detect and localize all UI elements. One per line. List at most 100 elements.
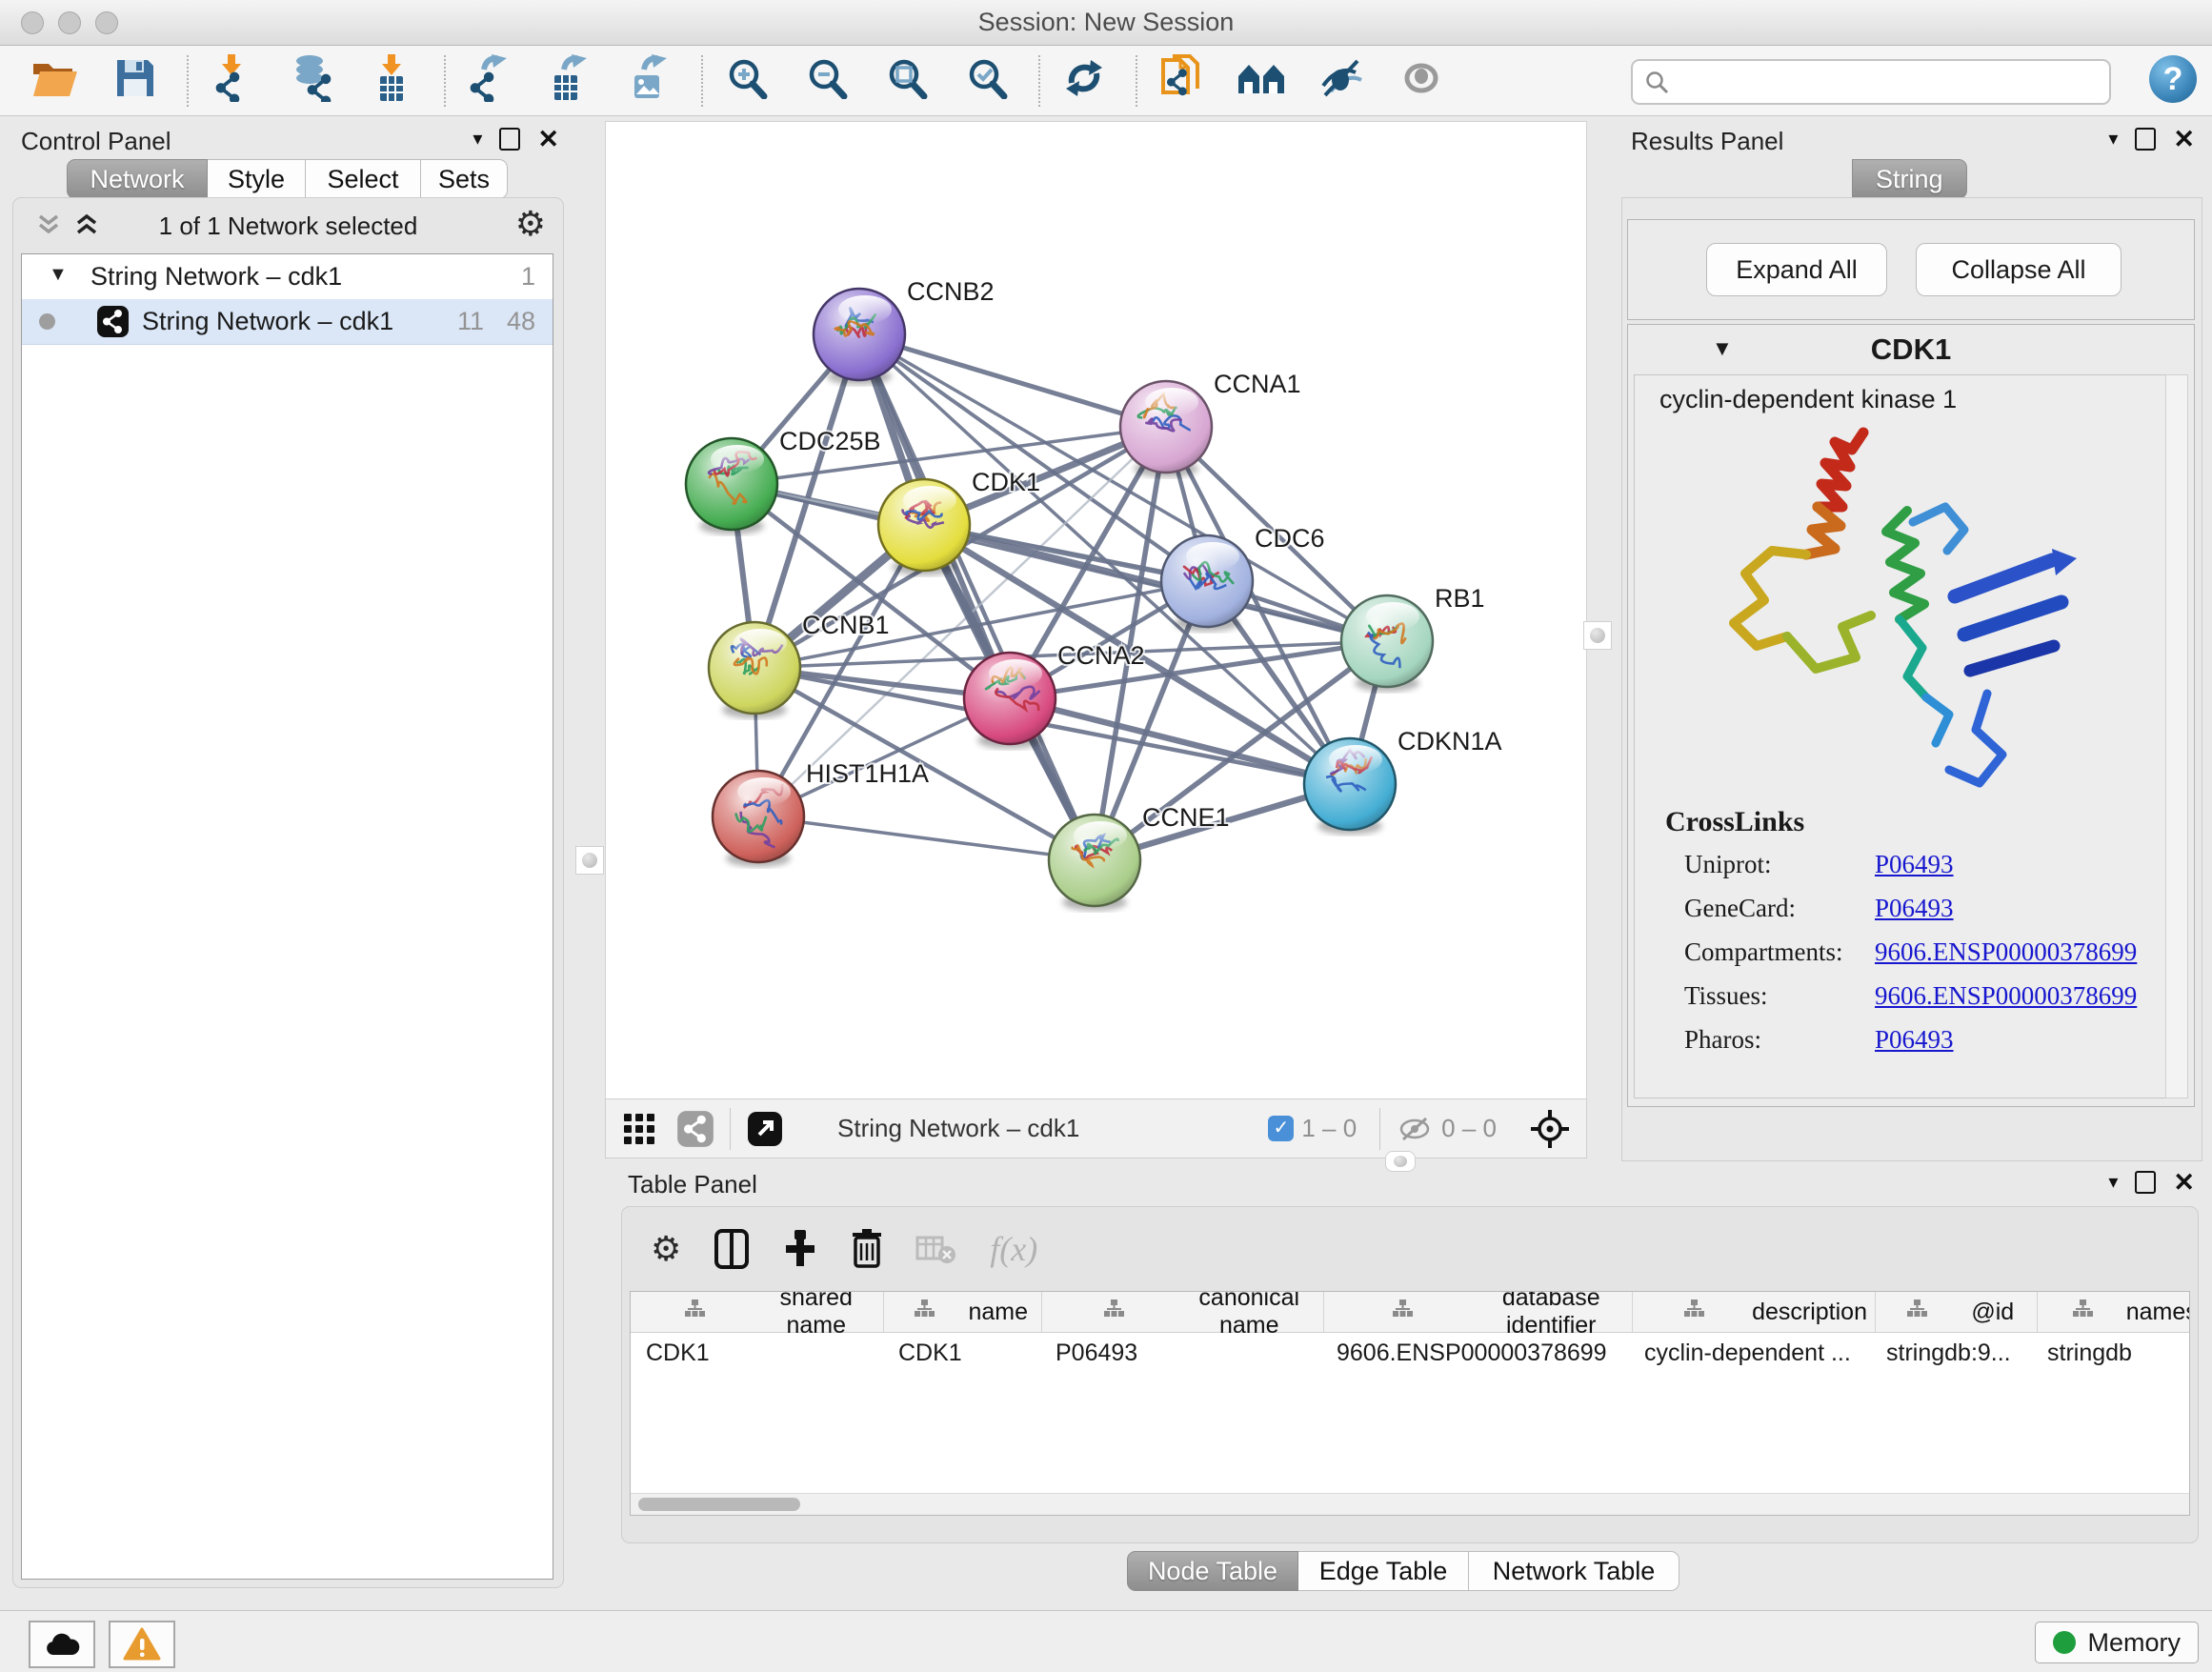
- control-panel-float-icon[interactable]: ▾: [473, 127, 482, 151]
- scrollbar-thumb[interactable]: [638, 1498, 800, 1511]
- import-network-from-file-icon: [211, 54, 254, 107]
- refresh-view-button[interactable]: [1054, 50, 1115, 111]
- edge-HIST1H1A-CCNE1[interactable]: [758, 816, 1095, 860]
- crosslink-link[interactable]: P06493: [1875, 894, 1954, 923]
- table-horizontal-scrollbar[interactable]: [631, 1493, 2189, 1515]
- import-table-from-file-icon: [371, 54, 414, 107]
- save-session-button[interactable]: [105, 50, 166, 111]
- edge-CCNB2-CCNA1[interactable]: [859, 334, 1166, 427]
- cloud-button[interactable]: [29, 1621, 95, 1668]
- table-cell: CDK1: [631, 1333, 883, 1373]
- node-CDKN1A[interactable]: CDKN1A: [1304, 727, 1502, 835]
- export-network-button[interactable]: [459, 50, 520, 111]
- network-collection-row[interactable]: ▼ String Network – cdk1 1: [22, 254, 553, 299]
- tab-sets[interactable]: Sets: [421, 159, 508, 199]
- add-column-icon[interactable]: [782, 1228, 818, 1270]
- left-splitter-handle[interactable]: [575, 846, 604, 875]
- open-session-button[interactable]: [25, 50, 86, 111]
- open-in-window-icon[interactable]: [746, 1110, 784, 1148]
- crosslink-label: Pharos:: [1684, 1025, 1761, 1055]
- search-input[interactable]: [1679, 63, 2101, 99]
- clone-network-button[interactable]: [1151, 50, 1212, 111]
- table-tab-node-table[interactable]: Node Table: [1127, 1551, 1298, 1591]
- node-CCNA1[interactable]: CCNA1: [1120, 370, 1301, 477]
- control-panel-maximize-icon[interactable]: [499, 128, 520, 151]
- selected-checkbox[interactable]: ✓: [1268, 1116, 1294, 1141]
- zoom-selected-button[interactable]: [956, 50, 1017, 111]
- network-row[interactable]: String Network – cdk1 11 48: [22, 299, 553, 345]
- gene-scrollbar[interactable]: [2165, 374, 2188, 1098]
- gene-section-header[interactable]: ▼ CDK1: [1628, 325, 2194, 373]
- column-header-name[interactable]: name: [884, 1292, 1042, 1332]
- hidden-eye-icon[interactable]: [1396, 1113, 1434, 1145]
- crosslink-link[interactable]: 9606.ENSP00000378699: [1875, 981, 2137, 1011]
- table-box: ⚙: [621, 1206, 2199, 1543]
- hide-selected-button[interactable]: [1311, 50, 1372, 111]
- show-columns-icon[interactable]: [714, 1228, 750, 1270]
- tab-style[interactable]: Style: [208, 159, 306, 199]
- birdseye-icon[interactable]: [1529, 1108, 1571, 1150]
- memory-status-dot: [2053, 1631, 2076, 1654]
- control-panel-title: Control Panel: [21, 127, 171, 156]
- network-view[interactable]: CCNB2 CCNA1 CDC25B CDK1 CDC6 RB1 CCNB1 C…: [605, 121, 1587, 1099]
- import-table-from-file-button[interactable]: [362, 50, 423, 111]
- table-panel: Table Panel ▾ ✕ ⚙: [605, 1164, 2204, 1599]
- grid-view-icon[interactable]: [621, 1111, 657, 1147]
- column-header-database-identifier[interactable]: database identifier: [1324, 1292, 1633, 1332]
- expand-all-button[interactable]: Expand All: [1706, 243, 1887, 296]
- string-network-icon[interactable]: [676, 1110, 714, 1148]
- table-gear-icon[interactable]: ⚙: [651, 1229, 681, 1269]
- delete-column-icon[interactable]: [851, 1228, 883, 1270]
- crosslink-link[interactable]: 9606.ENSP00000378699: [1875, 937, 2137, 967]
- results-panel-float-icon[interactable]: ▾: [2108, 127, 2118, 151]
- gear-icon[interactable]: ⚙: [515, 204, 546, 244]
- node-HIST1H1A[interactable]: HIST1H1A: [713, 759, 929, 867]
- collection-caret-icon[interactable]: ▼: [49, 264, 68, 286]
- node-RB1[interactable]: RB1: [1341, 584, 1485, 692]
- show-hide-navigator-button[interactable]: [1231, 50, 1292, 111]
- table-tab-edge-table[interactable]: Edge Table: [1298, 1551, 1469, 1591]
- tab-select[interactable]: Select: [306, 159, 421, 199]
- column-header-namespace[interactable]: namespace: [2038, 1292, 2190, 1332]
- table-row[interactable]: CDK1CDK1P064939606.ENSP00000378699cyclin…: [631, 1333, 2189, 1373]
- crosslink-link[interactable]: P06493: [1875, 1025, 1954, 1055]
- memory-button[interactable]: Memory: [2035, 1622, 2199, 1663]
- node-CCNE1[interactable]: CCNE1: [1049, 803, 1230, 911]
- search-box[interactable]: [1631, 59, 2111, 105]
- warnings-button[interactable]: [109, 1621, 175, 1668]
- node-CDC6[interactable]: CDC6: [1161, 524, 1325, 632]
- tab-string[interactable]: String: [1852, 159, 1967, 199]
- bottom-splitter-handle[interactable]: [1385, 1151, 1416, 1172]
- zoom-in-button[interactable]: [716, 50, 777, 111]
- column-header-description[interactable]: description: [1633, 1292, 1876, 1332]
- results-panel-maximize-icon[interactable]: [2135, 128, 2156, 151]
- export-table-button[interactable]: [539, 50, 600, 111]
- export-image-button[interactable]: [619, 50, 680, 111]
- results-panel-close-icon[interactable]: ✕: [2173, 130, 2195, 149]
- table-panel-float-icon[interactable]: ▾: [2108, 1170, 2118, 1194]
- warning-icon: [123, 1627, 161, 1662]
- import-network-from-file-button[interactable]: [202, 50, 263, 111]
- table-panel-close-icon[interactable]: ✕: [2173, 1173, 2195, 1192]
- table-panel-maximize-icon[interactable]: [2135, 1171, 2156, 1194]
- tab-network[interactable]: Network: [67, 159, 208, 199]
- import-network-from-database-button[interactable]: [282, 50, 343, 111]
- control-panel-close-icon[interactable]: ✕: [537, 130, 559, 149]
- help-button[interactable]: ?: [2149, 55, 2197, 103]
- node-table[interactable]: shared namenamecanonical namedatabase id…: [630, 1291, 2190, 1516]
- crosslink-link[interactable]: P06493: [1875, 850, 1954, 879]
- crosslink-row: GeneCard: P06493: [1635, 894, 2166, 937]
- node-CDC25B[interactable]: CDC25B: [686, 427, 881, 534]
- window-title: Session: New Session: [0, 0, 2212, 45]
- table-panel-title: Table Panel: [628, 1170, 757, 1199]
- table-tab-network-table[interactable]: Network Table: [1469, 1551, 1679, 1591]
- collapse-all-button[interactable]: Collapse All: [1916, 243, 2122, 296]
- right-splitter-handle[interactable]: [1583, 621, 1612, 650]
- column-header-@id[interactable]: @id: [1876, 1292, 2038, 1332]
- zoom-out-button[interactable]: [796, 50, 857, 111]
- column-header-canonical-name[interactable]: canonical name: [1042, 1292, 1324, 1332]
- column-header-shared-name[interactable]: shared name: [631, 1292, 884, 1332]
- toolbar-separator: [444, 55, 446, 107]
- show-hidden-button[interactable]: [1391, 50, 1452, 111]
- zoom-fit-button[interactable]: [876, 50, 937, 111]
